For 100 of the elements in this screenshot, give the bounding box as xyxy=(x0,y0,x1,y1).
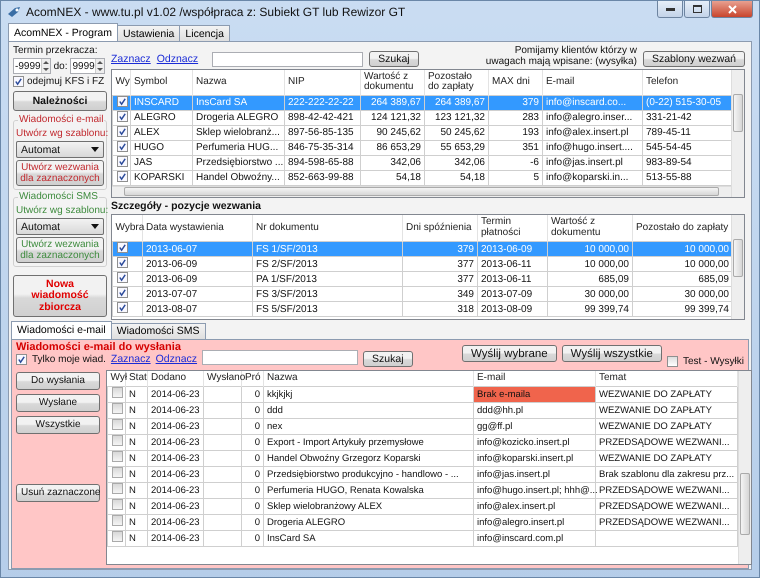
column-header[interactable]: Symbol xyxy=(130,70,192,95)
table-cell: Handel Obwoźny... xyxy=(192,170,284,185)
select-all-link[interactable]: Zaznacz xyxy=(111,53,151,65)
checkbox[interactable] xyxy=(112,451,123,462)
column-header[interactable]: Wybra xyxy=(112,214,142,242)
tab[interactable]: Wiadomości e-mail xyxy=(11,320,112,338)
checkbox[interactable] xyxy=(112,387,123,398)
table-row[interactable]: ALEX Sklep wielobranż... 897-56-85-135 90 245,62 50 245,62 193 info@alex.insert.pl 789-45-11 xyxy=(112,125,731,140)
tab[interactable]: Licencja xyxy=(179,25,230,41)
column-header[interactable]: E-mail xyxy=(542,70,642,95)
table-row[interactable]: JAS Przedsiębiorstwo ... 894-598-65-88 342,06 342,06 -6 info@jas.insert.pl 983-89-54 xyxy=(112,155,731,170)
maximize-button[interactable] xyxy=(684,1,710,18)
checkbox[interactable] xyxy=(117,272,128,283)
receivables-button[interactable]: Należności xyxy=(13,91,107,111)
checkbox[interactable] xyxy=(112,467,123,478)
column-header[interactable]: Nazwa xyxy=(192,70,284,95)
tab[interactable]: Ustawienia xyxy=(117,25,180,41)
table-cell: 685,09 xyxy=(548,272,632,286)
table-cell: 0 xyxy=(242,530,264,546)
table-cell: Sklep wielobranż... xyxy=(192,125,284,140)
checkbox[interactable] xyxy=(117,140,128,152)
column-header[interactable]: Temat xyxy=(596,370,738,386)
table-cell: Drogeria ALEGRO xyxy=(264,514,474,530)
column-header[interactable]: Telefon xyxy=(642,70,731,95)
search-field[interactable] xyxy=(202,350,358,364)
to-spinner[interactable]: 9999 xyxy=(70,58,105,74)
checkbox[interactable] xyxy=(117,156,128,166)
checkbox[interactable] xyxy=(112,435,123,446)
table-cell: 193 xyxy=(488,125,542,140)
create-reminders-button[interactable]: Utwórz wezwania dla zaznaczonych xyxy=(16,160,104,186)
checkbox[interactable] xyxy=(117,126,128,136)
checkbox[interactable] xyxy=(112,403,123,414)
send-selected-button[interactable]: Wyślij wybrane xyxy=(462,345,557,362)
checkbox[interactable] xyxy=(117,110,128,122)
column-header[interactable]: Pozostało do zapłaty xyxy=(632,214,731,242)
column-header[interactable]: Wył xyxy=(108,370,126,386)
vertical-scrollbar[interactable] xyxy=(731,214,744,318)
table-row[interactable]: 2013-08-07 FS 5/SF/2013 318 2013-08-09 99 399,74 99 399,74 xyxy=(112,302,731,316)
column-header[interactable]: Nr dokumentu xyxy=(252,214,402,242)
column-header[interactable]: E-mail xyxy=(474,370,596,386)
deselect-all-link[interactable]: Odznacz xyxy=(156,53,198,65)
column-header[interactable]: Pozostało do zapłaty xyxy=(424,70,488,95)
table-cell: 0 xyxy=(242,498,264,514)
filter-button[interactable]: Wszystkie xyxy=(16,416,100,434)
checkbox[interactable] xyxy=(112,483,123,494)
checkbox[interactable] xyxy=(112,419,123,430)
checkbox[interactable] xyxy=(112,515,123,526)
checkbox[interactable] xyxy=(117,96,128,106)
bulk-message-button[interactable]: Nowa wiadomość zbiorcza xyxy=(13,275,107,317)
filter-button[interactable]: Do wysłania xyxy=(16,372,100,390)
table-row[interactable]: 2013-07-07 FS 3/SF/2013 349 2013-07-09 30 000,00 30 000,00 xyxy=(112,286,731,302)
checkbox[interactable] xyxy=(117,302,128,313)
checkbox[interactable] xyxy=(117,257,128,268)
column-header[interactable]: Dodano xyxy=(148,370,204,386)
select-all-link[interactable]: Zaznacz xyxy=(110,352,151,364)
column-header[interactable]: Wartość z dokumentu xyxy=(548,214,632,242)
checkbox[interactable] xyxy=(13,76,24,87)
minimize-button[interactable] xyxy=(657,1,683,18)
delete-selected-button[interactable]: Usuń zaznaczone xyxy=(16,484,100,502)
column-header[interactable]: MAX dni xyxy=(488,70,542,95)
checkbox[interactable] xyxy=(112,531,123,542)
column-header[interactable]: Wartość z dokumentu xyxy=(360,70,424,95)
search-field[interactable] xyxy=(212,52,364,67)
table-row[interactable]: 2013-06-09 FS 2/SF/2013 377 2013-06-11 10 000,00 10 000,00 xyxy=(112,256,731,272)
send-all-button[interactable]: Wyślij wszystkie xyxy=(562,345,662,362)
checkbox[interactable] xyxy=(112,499,123,510)
table-row[interactable]: KOPARSKI Handel Obwoźny... 852-663-99-88 54,18 54,18 5 info@koparski.in... 513-55-88 xyxy=(112,170,731,185)
from-spinner[interactable]: -9999 xyxy=(13,58,51,74)
table-cell: ddd xyxy=(264,402,474,418)
checkbox[interactable] xyxy=(117,287,128,298)
vertical-scrollbar[interactable] xyxy=(731,70,744,196)
table-cell: 283 xyxy=(488,110,542,125)
create-reminders-button[interactable]: Utwórz wezwania dla zaznaczonych xyxy=(16,237,104,263)
filter-button[interactable]: Wysłane xyxy=(16,394,100,412)
dropdown-arrow-icon xyxy=(91,224,99,229)
checkbox[interactable] xyxy=(117,170,128,182)
template-dropdown[interactable]: Automat xyxy=(16,218,104,235)
table-cell: Sklep wielobranżowy ALEX xyxy=(264,498,474,514)
templates-button[interactable]: Szablony wezwań xyxy=(642,51,745,67)
column-header[interactable]: Termin płatności xyxy=(478,214,548,242)
tab[interactable]: AcomNEX - Program xyxy=(8,23,118,41)
column-header[interactable]: Wy xyxy=(112,70,130,95)
tab[interactable]: Wiadomości SMS xyxy=(110,322,206,338)
table-row[interactable]: ALEGRO Drogeria ALEGRO 898-42-42-421 124 121,32 123 121,32 283 info@alegro.inser... 331-21-42 xyxy=(112,110,731,125)
checkbox[interactable] xyxy=(666,356,678,366)
table-row[interactable]: 2013-06-09 PA 1/SF/2013 377 2013-06-11 685,09 685,09 xyxy=(112,272,731,286)
checkbox[interactable] xyxy=(117,242,128,253)
deselect-all-link[interactable]: Odznacz xyxy=(156,352,198,364)
column-header[interactable]: Stat xyxy=(126,370,148,386)
template-dropdown[interactable]: Automat xyxy=(16,141,104,158)
search-button[interactable]: Szukaj xyxy=(369,51,419,67)
table-row[interactable]: HUGO Perfumeria HUG... 846-75-35-314 86 653,29 55 653,29 351 info@hugo.insert.... 545-54-45 xyxy=(112,140,731,155)
column-header[interactable]: Nazwa xyxy=(264,370,474,386)
vertical-scrollbar[interactable] xyxy=(738,370,751,564)
column-header[interactable]: Dni spóźnienia xyxy=(402,214,478,242)
column-header[interactable]: NIP xyxy=(284,70,360,95)
close-button[interactable] xyxy=(711,1,753,18)
search-button[interactable]: Szukaj xyxy=(363,350,413,366)
checkbox[interactable] xyxy=(16,354,27,365)
horizontal-scrollbar[interactable] xyxy=(112,186,731,196)
